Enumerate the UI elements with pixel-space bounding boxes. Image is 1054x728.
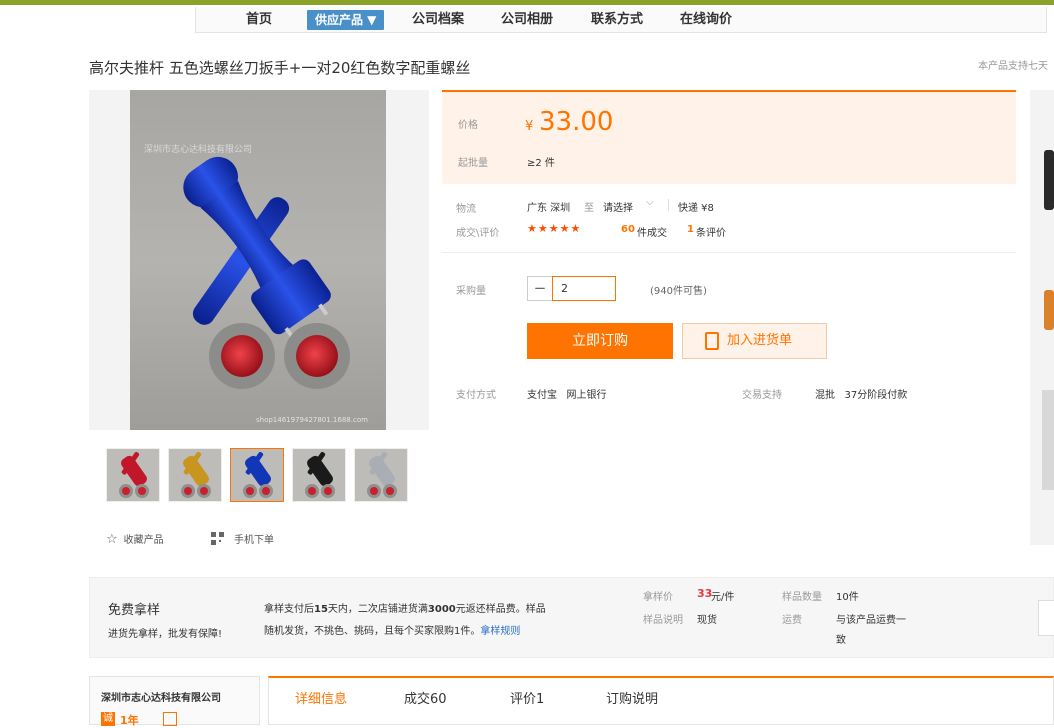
currency-symbol: ¥ (525, 119, 534, 134)
sample-description-line1: 拿样支付后15天内，二次店铺进货满3000元返还样品费。样品 (264, 600, 546, 615)
add-to-cart-button[interactable]: 加入进货单 (682, 323, 827, 359)
tab-reviews[interactable]: 评价1 (510, 688, 544, 707)
recommend-thumb-1[interactable] (1044, 150, 1054, 210)
desc-amount: 3000 (427, 604, 456, 615)
top-accent-bar (0, 0, 1054, 5)
free-sample-panel: 免费拿样 进货先拿样，批发有保障! 拿样支付后15天内，二次店铺进货满3000元… (89, 577, 1054, 658)
thumbnail-illustration (107, 449, 159, 501)
desc-part: 天内，二次店铺进货满 (327, 604, 428, 615)
thumbnail-red[interactable] (106, 448, 160, 502)
nav-home[interactable]: 首页 (246, 7, 272, 32)
product-title: 高尔夫推杆 五色选螺丝刀扳手+一对20红色数字配重螺丝 (89, 59, 471, 77)
qty-decrement-button[interactable]: − (527, 276, 552, 301)
verified-icon (163, 712, 177, 726)
qty-input[interactable]: 2 (552, 276, 616, 301)
thumbnail-black[interactable] (292, 448, 346, 502)
desc-part: 随机发货，不挑色、挑码，且每个买家限购1件。 (264, 626, 481, 637)
moq-value: ≥2 件 (527, 158, 555, 169)
sample-freight-line2: 致 (836, 635, 846, 646)
desc-days: 15 (314, 604, 328, 615)
desc-part: 拿样支付后 (264, 604, 314, 615)
sample-freight-line1: 与该产品运费一 (836, 615, 906, 626)
mobile-order-action[interactable]: 手机下单 (211, 531, 274, 546)
wrench-illustration (183, 156, 350, 389)
thumbnail-silver[interactable] (354, 448, 408, 502)
deals-label: 成交\评价 (456, 228, 500, 239)
thumbnail-gold[interactable] (168, 448, 222, 502)
thumbnail-blue[interactable] (230, 448, 284, 502)
tab-transactions[interactable]: 成交60 (404, 688, 447, 707)
qty-label: 采购量 (456, 286, 486, 297)
available-stock: (940件可售) (650, 286, 707, 297)
sample-price-unit: 元/件 (711, 592, 735, 603)
favorite-label: 收藏产品 (123, 535, 164, 546)
sample-count-value: 10件 (836, 592, 859, 603)
main-product-image[interactable]: 深圳市志心达科技有限公司 shop1461979427801.1688.com (89, 90, 429, 430)
logistics-origin: 广东 深圳 (527, 203, 571, 214)
company-years: 1年 (120, 714, 139, 727)
chevron-down-icon[interactable]: ⌵ (646, 197, 654, 208)
thumbnail-illustration (169, 449, 221, 501)
product-photo: 深圳市志心达科技有限公司 shop1461979427801.1688.com (130, 90, 386, 430)
payment-methods: 支付宝 网上银行 (527, 390, 607, 401)
qr-code-icon (211, 532, 224, 545)
integrity-badge-icon: 诚 (101, 712, 115, 726)
recommend-thumb-3[interactable] (1042, 390, 1054, 490)
sample-rules-link[interactable]: 拿样规则 (480, 626, 520, 637)
company-card: 深圳市志心达科技有限公司 诚 1年 (89, 676, 260, 727)
sample-note-value: 现货 (697, 615, 717, 626)
desc-part: 元返还样品费。样品 (455, 604, 546, 615)
detail-tabs: 详细信息 成交60 评价1 订购说明 (268, 676, 1054, 725)
tab-details[interactable]: 详细信息 (295, 688, 347, 707)
nav-contact[interactable]: 联系方式 (591, 7, 643, 32)
divider (668, 199, 669, 211)
favorite-action[interactable]: ☆ 收藏产品 (106, 531, 164, 547)
sold-count[interactable]: 60 (621, 224, 635, 235)
thumbnail-illustration (355, 449, 407, 501)
sample-freight-label: 运费 (782, 615, 802, 626)
rating-stars: ★★★★★ (527, 222, 582, 235)
trade-support-value: 混批 37分阶段付款 (815, 390, 908, 401)
nav-company-album[interactable]: 公司相册 (501, 7, 553, 32)
payment-label: 支付方式 (456, 390, 496, 401)
sample-description-line2: 随机发货，不挑色、挑码，且每个买家限购1件。拿样规则 (264, 622, 520, 637)
review-suffix: 条评价 (696, 228, 726, 239)
moq-label: 起批量 (458, 158, 488, 169)
star-outline-icon: ☆ (106, 532, 118, 547)
sample-count-label: 样品数量 (782, 592, 822, 603)
top-navigation: 首页 供应产品 ▼ 公司档案 公司相册 联系方式 在线询价 (195, 7, 1047, 33)
price-panel: 价格 ¥ 33.00 起批量 ≥2 件 (442, 90, 1016, 184)
add-to-cart-label: 加入进货单 (727, 333, 793, 348)
trade-support-label: 交易支持 (742, 390, 782, 401)
support-note: 本产品支持七天 (978, 61, 1048, 72)
sample-title: 免费拿样 (108, 603, 161, 618)
sample-apply-button[interactable] (1038, 600, 1054, 636)
logistics-to: 至 (584, 203, 594, 214)
recommendation-strip (1030, 90, 1054, 545)
watermark-bottom: shop1461979427801.1688.com (256, 416, 368, 424)
sample-price-label: 拿样价 (643, 592, 673, 603)
nav-company-profile[interactable]: 公司档案 (412, 7, 464, 32)
recommend-thumb-2[interactable] (1044, 290, 1054, 330)
price-label: 价格 (458, 120, 478, 131)
buy-now-button[interactable]: 立即订购 (527, 323, 673, 359)
logistics-label: 物流 (456, 204, 476, 215)
section-divider (442, 252, 1016, 253)
thumbnail-illustration (231, 449, 283, 501)
company-name[interactable]: 深圳市志心达科技有限公司 (101, 689, 221, 704)
sold-suffix: 件成交 (637, 228, 667, 239)
review-count[interactable]: 1 (687, 224, 694, 235)
sample-note-label: 样品说明 (643, 615, 683, 626)
tab-order-notes[interactable]: 订购说明 (606, 688, 658, 707)
destination-select[interactable]: 请选择 (603, 199, 633, 214)
sample-subtitle: 进货先拿样，批发有保障! (108, 629, 223, 640)
nav-inquiry[interactable]: 在线询价 (680, 7, 732, 32)
clipboard-icon (705, 332, 719, 350)
express-fee: 快递 ¥8 (678, 203, 714, 214)
mobile-order-label: 手机下单 (234, 535, 274, 546)
nav-products[interactable]: 供应产品 ▼ (307, 10, 385, 30)
price-amount: 33.00 (539, 107, 614, 137)
thumbnail-illustration (293, 449, 345, 501)
